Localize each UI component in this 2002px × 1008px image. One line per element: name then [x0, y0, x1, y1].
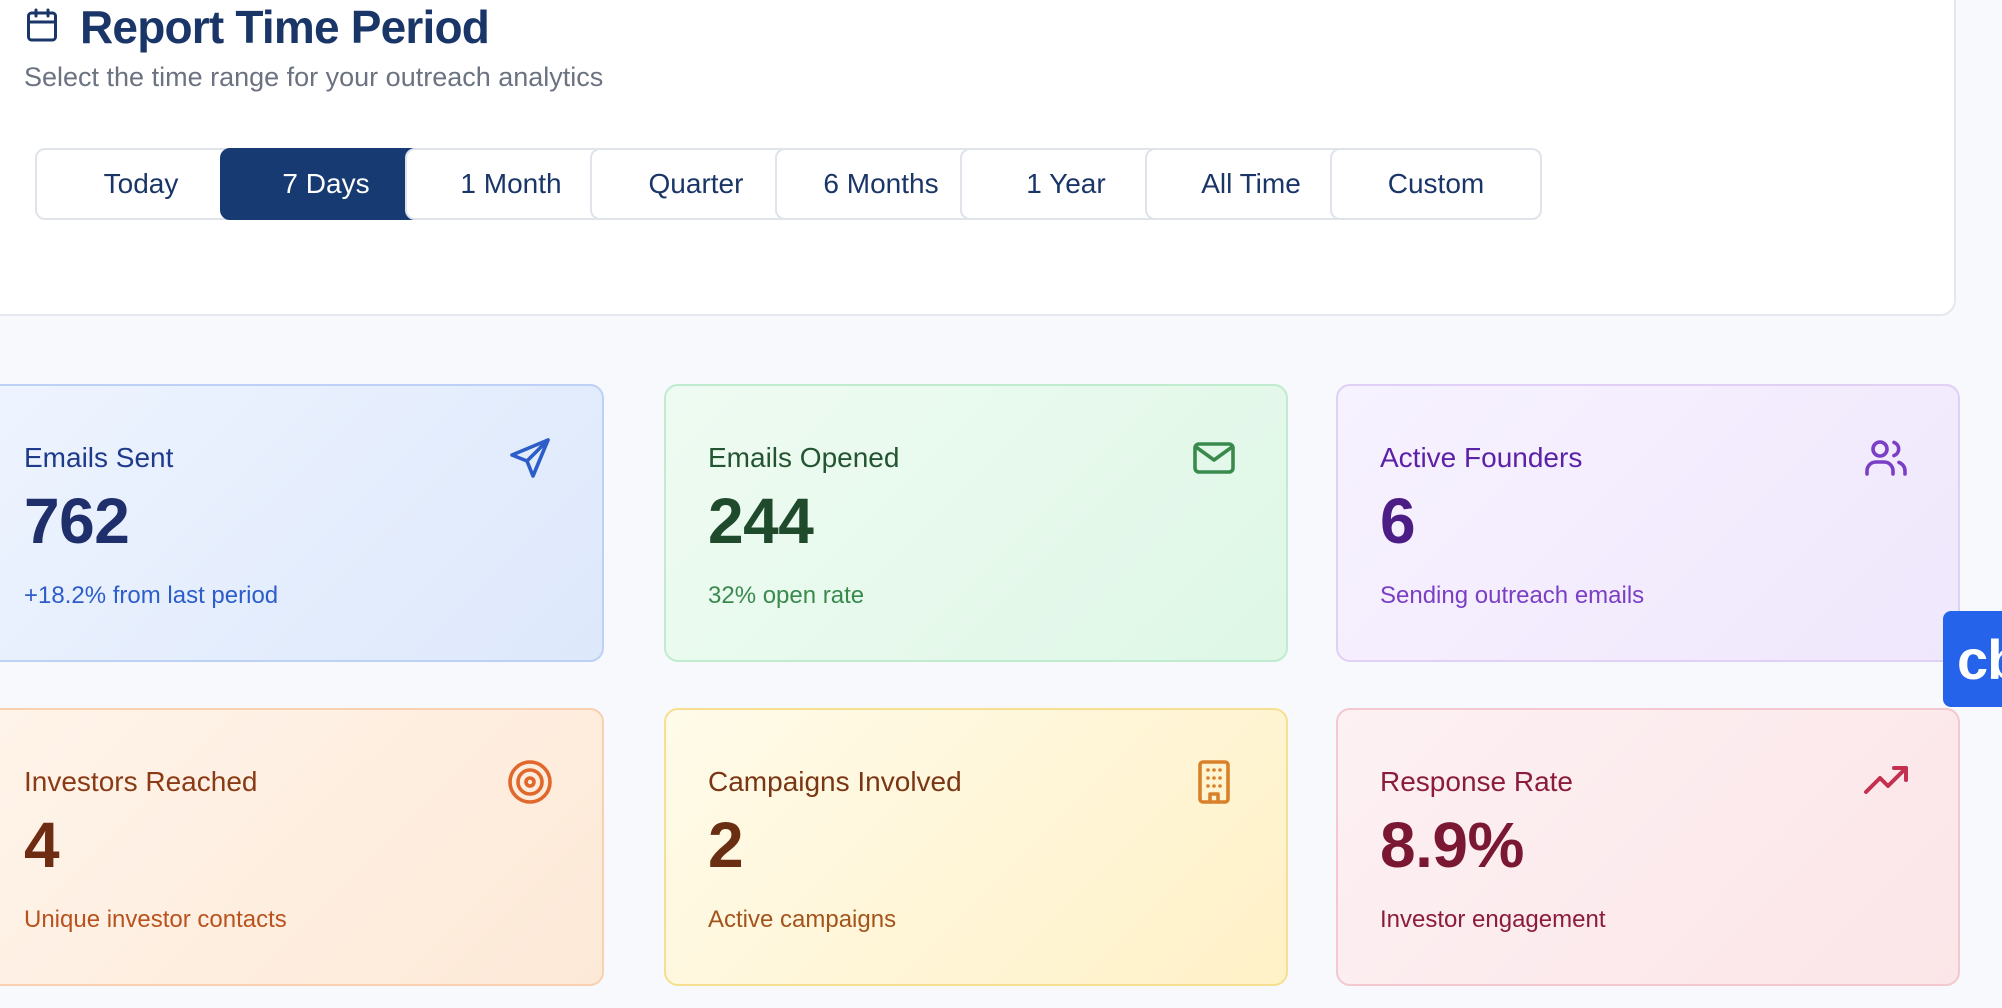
stat-value: 2 [708, 809, 744, 881]
stat-card-response-rate: Response Rate 8.9% Investor engagement [1336, 708, 1960, 986]
stat-subtext: Unique investor contacts [24, 906, 287, 933]
title-row: Report Time Period [24, 0, 490, 54]
target-icon [506, 758, 554, 806]
stat-label: Emails Sent [24, 442, 174, 473]
period-button-all-time[interactable]: All Time [1145, 148, 1357, 220]
stat-subtext: Investor engagement [1380, 906, 1606, 933]
stat-value: 244 [708, 485, 814, 557]
stat-label: Active Founders [1380, 442, 1583, 473]
users-icon [1862, 434, 1910, 482]
stat-subtext: +18.2% from last period [24, 582, 279, 609]
send-icon [506, 434, 554, 482]
trending-up-icon [1862, 758, 1910, 806]
stat-subtext: 32% open rate [708, 582, 865, 609]
stat-label: Investors Reached [24, 766, 258, 797]
period-button-6-months[interactable]: 6 Months [775, 148, 987, 220]
period-button-quarter[interactable]: Quarter [590, 148, 802, 220]
stat-value: 4 [24, 809, 60, 881]
stat-subtext: Sending outreach emails [1380, 582, 1645, 609]
period-button-1-year[interactable]: 1 Year [960, 148, 1172, 220]
stat-label: Emails Opened [708, 442, 900, 473]
time-period-card: Report Time Period Select the time range… [0, 0, 1956, 316]
period-button-today[interactable]: Today [35, 148, 247, 220]
period-button-custom[interactable]: Custom [1330, 148, 1542, 220]
stat-value: 8.9% [1380, 809, 1524, 881]
stat-card-investors-reached: Investors Reached 4 Unique investor cont… [0, 708, 604, 986]
stat-card-active-founders: Active Founders 6 Sending outreach email… [1336, 384, 1960, 662]
calendar-icon [24, 7, 60, 48]
period-button-7-days[interactable]: 7 Days [220, 148, 432, 220]
page-subtitle: Select the time range for your outreach … [24, 62, 604, 92]
stat-value: 762 [24, 485, 130, 557]
stat-card-campaigns-involved: Campaigns Involved 2 Active campaigns [664, 708, 1288, 986]
chat-widget-button[interactable]: cb [1943, 611, 2002, 707]
mail-icon [1190, 434, 1238, 482]
stat-card-emails-opened: Emails Opened 244 32% open rate [664, 384, 1288, 662]
period-button-1-month[interactable]: 1 Month [405, 148, 617, 220]
stat-subtext: Active campaigns [708, 906, 897, 933]
building-icon [1190, 758, 1238, 806]
page-title: Report Time Period [80, 1, 490, 53]
stat-label: Campaigns Involved [708, 766, 962, 797]
stat-label: Response Rate [1380, 766, 1574, 797]
stat-value: 6 [1380, 485, 1416, 557]
stat-card-emails-sent: Emails Sent 762 +18.2% from last period [0, 384, 604, 662]
